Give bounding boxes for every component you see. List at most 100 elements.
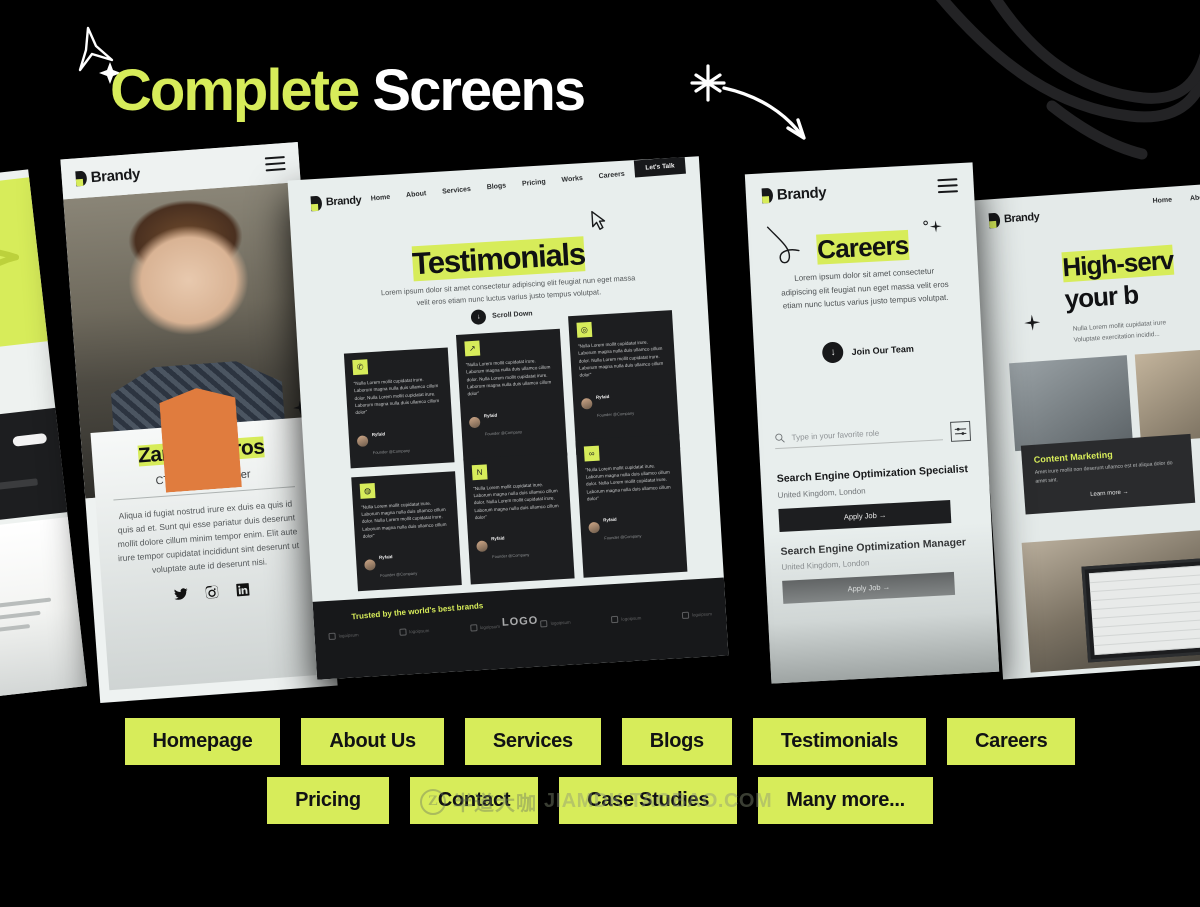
page-link-case-studies[interactable]: Case Studies [559,777,738,824]
testimonial-quote: "Nulla Lorem mollit cupidatat irure. Lab… [577,339,664,379]
brand-logo[interactable]: Brandy [310,193,362,211]
nav-item-careers[interactable]: Careers [598,170,625,180]
nav-item-home[interactable]: Home [371,193,391,202]
testimonial-card[interactable]: ↗ "Nulla Lorem mollit cupidatat irure. La… [455,328,568,462]
testimonial-badge-icon: ◍ [359,482,376,499]
brand-logo-item: logoipsum [328,631,359,641]
apply-job-button[interactable]: Apply Job → [782,572,956,605]
author-name: Ryfaid [371,431,386,437]
nav-item-pricing[interactable]: Pricing [522,178,546,187]
brand-mark-icon [761,187,774,203]
hamburger-menu-icon[interactable] [264,156,286,172]
trusted-brands-band: Trusted by the world's best brands logoi… [312,577,729,680]
instagram-icon[interactable] [203,584,219,600]
brand-logo-item: logoipsum [469,623,500,632]
testimonial-card[interactable]: ∞ "Nulla Lorem mollit cupidatat irure. La… [575,433,688,579]
testimonial-quote: "Nulla Lorem mollit cupidatat irure. Lab… [472,481,559,521]
role-search-input[interactable]: Type in your favorite role [774,424,944,450]
testimonial-author: Ryfaid Founder @Company [475,523,565,564]
brand-mark-icon [310,195,323,211]
trusted-brands-label: Trusted by the world's best brands [351,601,484,622]
page-link-blogs[interactable]: Blogs [621,718,732,765]
page-link-careers[interactable]: Careers [947,718,1076,765]
testimonial-author: Ryfaid Founder @Company [588,505,678,546]
page-link-testimonials[interactable]: Testimonials [752,718,927,765]
mockup-testimonials-page[interactable]: Brandy Home About Services Blogs Pricing… [287,156,729,680]
nav-item-about[interactable]: About [406,190,427,199]
page-link-contact[interactable]: Contact [409,777,539,824]
apply-job-button[interactable]: Apply Job → [778,499,952,532]
poster-canvas: Complete Screens elp [0,0,1200,907]
join-our-team-button[interactable]: ↓ Join Our Team [754,334,983,367]
service-thumbnail [1009,355,1133,452]
logo-placeholder-word: LOGO [501,614,539,629]
nav-item-about[interactable]: About [1190,193,1200,201]
logo-glyph-icon [399,628,407,636]
nav-item-services[interactable]: Services [442,185,471,195]
brand-logo[interactable]: Brandy [988,209,1040,228]
page-link-about-us[interactable]: About Us [301,718,444,765]
hamburger-menu-icon[interactable] [937,178,959,194]
author-role: Founder @Company [379,571,418,579]
brand-name: Brandy [90,165,141,186]
lower-panel [0,514,88,701]
testimonial-card-grid: ✆ "Nulla Lorem mollit cupidatat irure. La… [343,310,688,592]
lets-talk-button[interactable]: Let's Talk [633,156,686,177]
testimonial-card[interactable]: ◎ "Nulla Lorem mollit cupidatat irure. La… [568,310,681,455]
avatar [356,435,369,448]
page-link-services[interactable]: Services [464,718,601,765]
scroll-down-label: Scroll Down [491,310,533,320]
careers-topbar: Brandy [745,162,975,218]
nav-item-blogs[interactable]: Blogs [487,182,507,191]
services-navbar: Brandy Home About Services [970,180,1200,242]
logo-glyph-icon [328,632,336,641]
page-title: Complete Screens [110,57,586,124]
download-arrow-icon: ↓ [822,341,845,364]
job-listing[interactable]: Search Engine Optimization Manager United… [780,535,979,605]
brand-logo-item: logoipsum [399,627,429,636]
brand-mark-icon [75,170,88,186]
linkedin-icon[interactable] [234,582,250,598]
services-lower-image [1021,526,1200,673]
learn-more-button[interactable]: Learn more → [1036,485,1182,501]
nav-item-works[interactable]: Works [561,174,583,183]
content-marketing-card[interactable]: Content Marketing Amet irure mollit non … [1020,433,1196,515]
job-listing[interactable]: Search Engine Optimization Specialist Uni… [776,463,975,532]
testimonial-badge-icon: ↗ [464,340,481,357]
testimonial-card[interactable]: ◍ "Nulla Lorem mollit cupidatat irure. La… [351,470,462,592]
testimonial-card[interactable]: N "Nulla Lorem mollit cupidatat irure. La… [463,452,575,585]
brand-name: Brandy [776,183,827,204]
role-search-row: Type in your favorite role [774,420,972,451]
testimonial-quote: "Nulla Lorem mollit cupidatat irure. Lab… [353,376,440,416]
avatar [476,540,488,553]
page-link-many-more[interactable]: Many more... [758,777,933,824]
services-subheading: Nulla Lorem mollit cupidatat irure Volup… [1072,317,1167,346]
search-icon [775,433,785,443]
heading-line-1: High-serv [1061,244,1175,283]
twitter-icon[interactable] [173,586,189,602]
testimonial-author: Ryfaid Founder @Company [580,381,670,422]
testimonial-badge-icon: ✆ [352,359,369,376]
scroll-down-icon[interactable]: ↓ [470,309,487,325]
mockup-services-page[interactable]: Brandy Home About Services High-serv you… [969,180,1200,680]
author-name: Ryfaid [483,412,498,419]
author-name: Ryfaid [595,393,610,400]
brand-logo[interactable]: Brandy [75,165,141,187]
nav-links[interactable]: Home About Services [1152,190,1200,204]
mockup-careers-page[interactable]: Brandy Careers Lorem ipsum dolor sit ame… [744,162,1000,684]
testimonial-card[interactable]: ✆ "Nulla Lorem mollit cupidatat irure. La… [343,347,455,469]
heading-text: Testimonials [411,236,586,282]
nav-item-home[interactable]: Home [1152,196,1172,204]
social-links[interactable] [116,578,307,607]
role-search-placeholder: Type in your favorite role [791,428,880,442]
cursor-icon [591,210,606,230]
brand-logo[interactable]: Brandy [761,183,827,204]
testimonial-quote: "Nulla Lorem mollit cupidatat irure. Lab… [360,500,447,539]
testimonial-author: Ryfaid Founder @Company [356,419,446,460]
nav-links[interactable]: Home About Services Blogs Pricing Works … [371,170,625,202]
filter-sliders-icon [954,427,967,435]
logo-glyph-icon [681,611,690,620]
filter-button[interactable] [950,420,972,442]
page-link-pricing[interactable]: Pricing [267,777,389,824]
page-link-homepage[interactable]: Homepage [124,718,281,765]
